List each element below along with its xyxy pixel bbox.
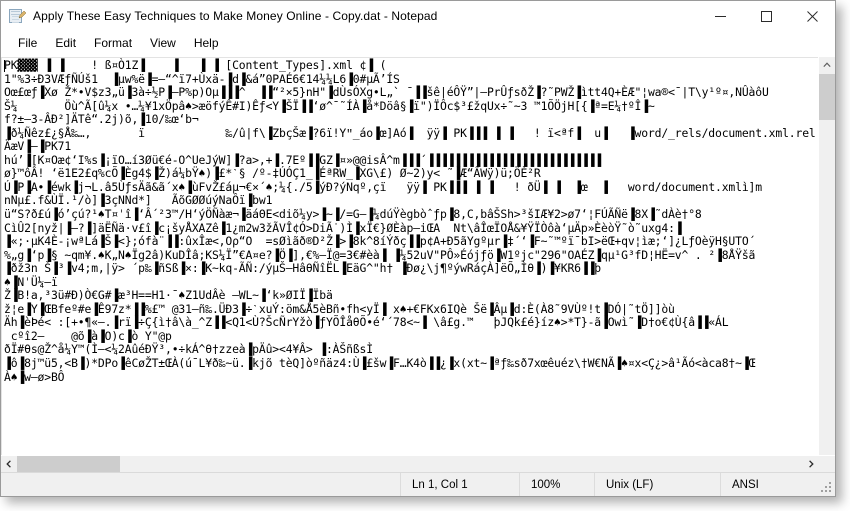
notepad-window: Apply These Easy Techniques to Make Mone… xyxy=(0,0,836,497)
vertical-scrollbar[interactable] xyxy=(818,57,835,455)
status-line-ending: Unix (LF) xyxy=(594,473,720,496)
window-controls xyxy=(697,1,835,31)
status-bar: Ln 1, Col 1 100% Unix (LF) ANSI xyxy=(1,472,835,496)
maximize-button[interactable] xyxy=(743,1,789,31)
text-editor[interactable]: PK▓▓▓ ▐ ▐ ! ß¤Ò1Z▐ ▐ ▐ ▐ [Content_Types]… xyxy=(1,57,818,455)
scroll-right-button[interactable] xyxy=(803,456,819,472)
menu-item-file[interactable]: File xyxy=(9,33,46,54)
menu-item-format[interactable]: Format xyxy=(85,33,141,54)
menu-item-edit[interactable]: Edit xyxy=(46,33,85,54)
status-cursor-position: Ln 1, Col 1 xyxy=(400,473,519,496)
title-bar: Apply These Easy Techniques to Make Mone… xyxy=(1,1,835,31)
status-zoom-level[interactable]: 100% xyxy=(519,473,594,496)
vertical-scrollbar-thumb[interactable] xyxy=(819,74,835,120)
window-title: Apply These Easy Techniques to Make Mone… xyxy=(33,9,438,23)
minimize-button[interactable] xyxy=(697,1,743,31)
scrollbar-corner xyxy=(819,456,835,472)
scroll-left-button[interactable] xyxy=(1,456,17,472)
resize-grip[interactable] xyxy=(820,481,832,493)
horizontal-scrollbar-track[interactable] xyxy=(17,456,803,472)
menu-bar: File Edit Format View Help xyxy=(1,31,835,56)
notepad-icon xyxy=(9,8,26,24)
text-editor-content[interactable]: PK▓▓▓ ▐ ▐ ! ß¤Ò1Z▐ ▐ ▐ ▐ [Content_Types]… xyxy=(4,58,818,384)
horizontal-scrollbar-thumb[interactable] xyxy=(17,456,120,472)
scroll-up-button[interactable] xyxy=(819,57,835,73)
close-button[interactable] xyxy=(789,1,835,31)
horizontal-scrollbar[interactable] xyxy=(1,455,835,472)
menu-item-view[interactable]: View xyxy=(141,33,185,54)
status-encoding: ANSI xyxy=(720,473,835,496)
editor-area: PK▓▓▓ ▐ ▐ ! ß¤Ò1Z▐ ▐ ▐ ▐ [Content_Types]… xyxy=(1,56,835,455)
menu-item-help[interactable]: Help xyxy=(185,33,228,54)
